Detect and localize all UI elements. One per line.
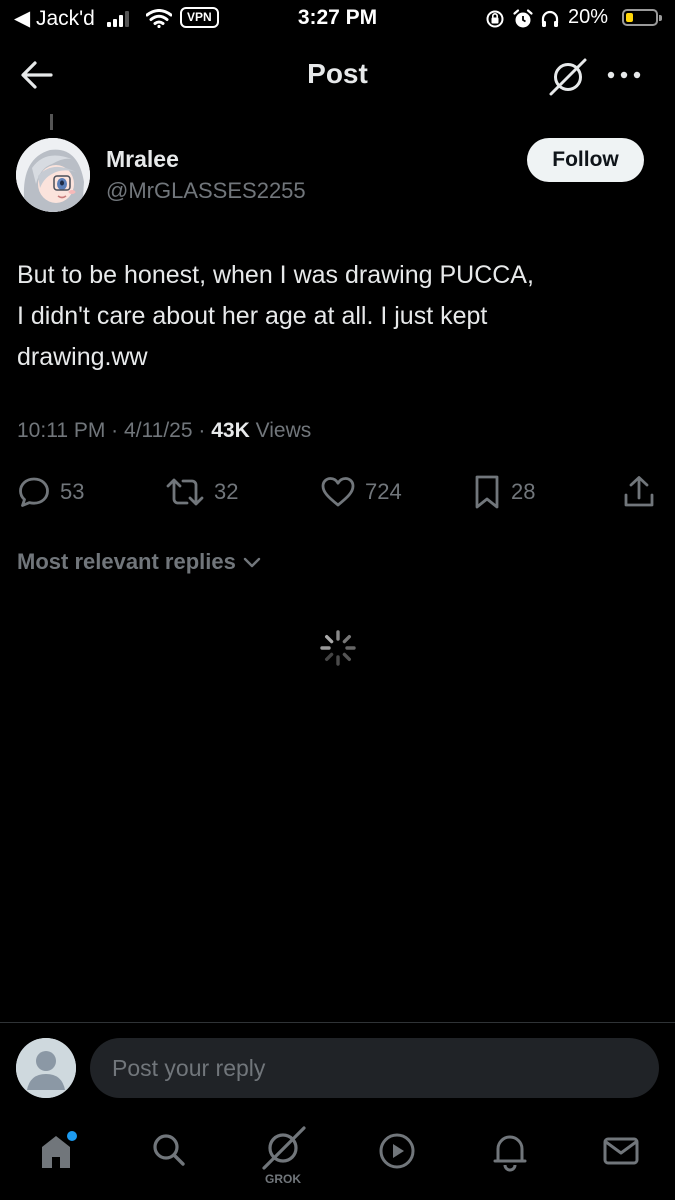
search-icon[interactable] — [150, 1130, 188, 1170]
bookmark-count: 28 — [511, 479, 536, 504]
home-icon[interactable] — [38, 1130, 78, 1172]
status-bar: ◀ Jack'd VPN 3:27 PM 20% — [0, 0, 675, 38]
meta-separator: · — [111, 419, 119, 442]
share-button[interactable] — [622, 474, 656, 510]
default-avatar-icon — [16, 1038, 76, 1098]
thread-connector-line — [50, 114, 53, 130]
compose-divider — [0, 1022, 675, 1023]
replies-sort-dropdown[interactable]: Most relevant replies — [17, 549, 262, 575]
repost-button[interactable]: 32 — [165, 474, 238, 510]
post-text-line: But to be honest, when I was drawing PUC… — [17, 261, 534, 289]
follow-button[interactable]: Follow — [527, 138, 644, 182]
author-handle[interactable]: @MrGLASSES2255 — [106, 178, 306, 204]
battery-percent: 20% — [568, 6, 609, 28]
post-date[interactable]: 4/11/25 — [124, 419, 193, 442]
author-name[interactable]: Mralee — [106, 146, 179, 173]
views-label[interactable]: Views — [256, 419, 312, 442]
notifications-bell-icon[interactable] — [490, 1130, 530, 1172]
battery-icon — [622, 9, 662, 26]
grok-tab-label[interactable]: GROK — [262, 1172, 304, 1186]
repost-count: 32 — [214, 479, 239, 504]
repost-icon — [166, 478, 204, 506]
grok-tab-icon[interactable] — [258, 1124, 308, 1170]
messages-envelope-icon[interactable] — [601, 1130, 641, 1172]
alarm-icon — [513, 9, 533, 28]
my-avatar[interactable] — [16, 1038, 76, 1098]
headphones-icon — [541, 10, 559, 27]
reply-input[interactable]: Post your reply — [90, 1038, 659, 1098]
more-options-icon[interactable] — [606, 70, 642, 80]
reply-icon — [19, 477, 49, 507]
replies-sort-label: Most relevant replies — [17, 549, 236, 574]
post-text: But to be honest, when I was drawing PUC… — [17, 255, 657, 378]
orientation-lock-icon — [486, 10, 504, 28]
bookmark-icon — [475, 475, 499, 509]
post-time[interactable]: 10:11 PM — [17, 419, 105, 442]
bookmark-button[interactable]: 28 — [472, 474, 535, 510]
views-count[interactable]: 43K — [211, 419, 250, 442]
like-button[interactable]: 724 — [320, 474, 402, 510]
video-play-icon[interactable] — [377, 1130, 417, 1172]
loading-spinner-icon — [320, 630, 356, 666]
chevron-down-icon — [243, 557, 261, 568]
reply-count: 53 — [60, 479, 85, 504]
author-avatar[interactable] — [16, 138, 90, 212]
heart-icon — [321, 477, 355, 507]
meta-separator: · — [198, 419, 206, 442]
notification-dot — [67, 1131, 77, 1141]
post-text-line: drawing.ww — [17, 343, 148, 371]
post-text-line: I didn't care about her age at all. I ju… — [17, 302, 488, 330]
post-metadata: 10:11 PM · 4/11/25 · 43K Views — [17, 419, 311, 443]
share-icon — [624, 476, 654, 507]
grok-icon[interactable] — [548, 57, 588, 97]
reply-button[interactable]: 53 — [17, 474, 84, 510]
like-count: 724 — [365, 479, 402, 504]
